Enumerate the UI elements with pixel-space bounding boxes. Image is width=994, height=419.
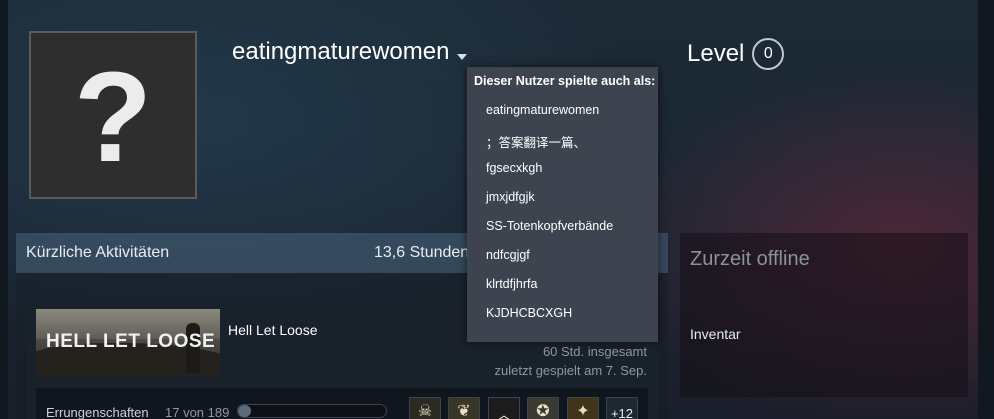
avatar-placeholder-glyph: ?	[73, 46, 153, 189]
alias-history-title: Dieser Nutzer spielte auch als:	[474, 74, 656, 88]
achievements-label[interactable]: Errungenschaften	[46, 405, 149, 419]
medal-icon[interactable]: ✪	[527, 397, 559, 419]
gold-star-icon[interactable]: ✦	[567, 397, 599, 419]
alias-item: klrtdfjhrfa	[486, 277, 538, 291]
level-label: Level	[687, 40, 745, 67]
alias-history-dropdown: Dieser Nutzer spielte auch als: eatingma…	[467, 67, 658, 342]
online-status: Zurzeit offline	[690, 248, 810, 270]
recent-activity-title: Kürzliche Aktivitäten	[26, 244, 170, 261]
game-logo: HELL LET LOOSE	[46, 331, 216, 352]
game-total-playtime: 60 Std. insgesamt	[542, 344, 647, 359]
alias-item: KJDHCBCXGH	[486, 306, 573, 320]
chevron-up-icon[interactable]: ︿	[488, 397, 520, 419]
alias-item: fgsecxkgh	[486, 161, 543, 175]
achievements-progress-bar	[237, 404, 387, 418]
wreath-badge-icon[interactable]: ❦	[448, 397, 480, 419]
game-capsule-image[interactable]: HELL LET LOOSE	[36, 309, 220, 377]
page-frame-right	[978, 0, 994, 419]
alias-item: ndfcgjgf	[486, 248, 530, 262]
alias-item: ；答案翻译一篇、	[486, 136, 587, 150]
inventory-link[interactable]: Inventar	[690, 326, 741, 342]
achievements-count: 17 von 189	[165, 405, 230, 419]
chevron-down-icon[interactable]	[457, 54, 468, 60]
username-dropdown[interactable]: eatingmaturewomen	[232, 38, 468, 66]
avatar[interactable]: ?	[29, 31, 197, 199]
skull-medal-icon[interactable]: ☠	[409, 397, 441, 419]
level-badge[interactable]: 0	[752, 38, 785, 70]
username: eatingmaturewomen	[232, 38, 450, 65]
game-name-link[interactable]: Hell Let Loose	[228, 322, 318, 338]
alias-item: eatingmaturewomen	[486, 103, 600, 117]
more-achievements-button[interactable]: +12	[606, 397, 638, 419]
alias-item: SS-Totenkopfverbände	[486, 219, 614, 233]
alias-item: jmxjdfgjk	[486, 190, 535, 204]
profile-level: Level 0	[687, 38, 785, 70]
recent-activity-hours: 13,6 Stunden	[374, 244, 470, 261]
game-last-played: zuletzt gespielt am 7. Sep.	[494, 363, 647, 378]
page-frame-left	[0, 0, 8, 419]
achievements-progress-fill	[238, 405, 252, 417]
